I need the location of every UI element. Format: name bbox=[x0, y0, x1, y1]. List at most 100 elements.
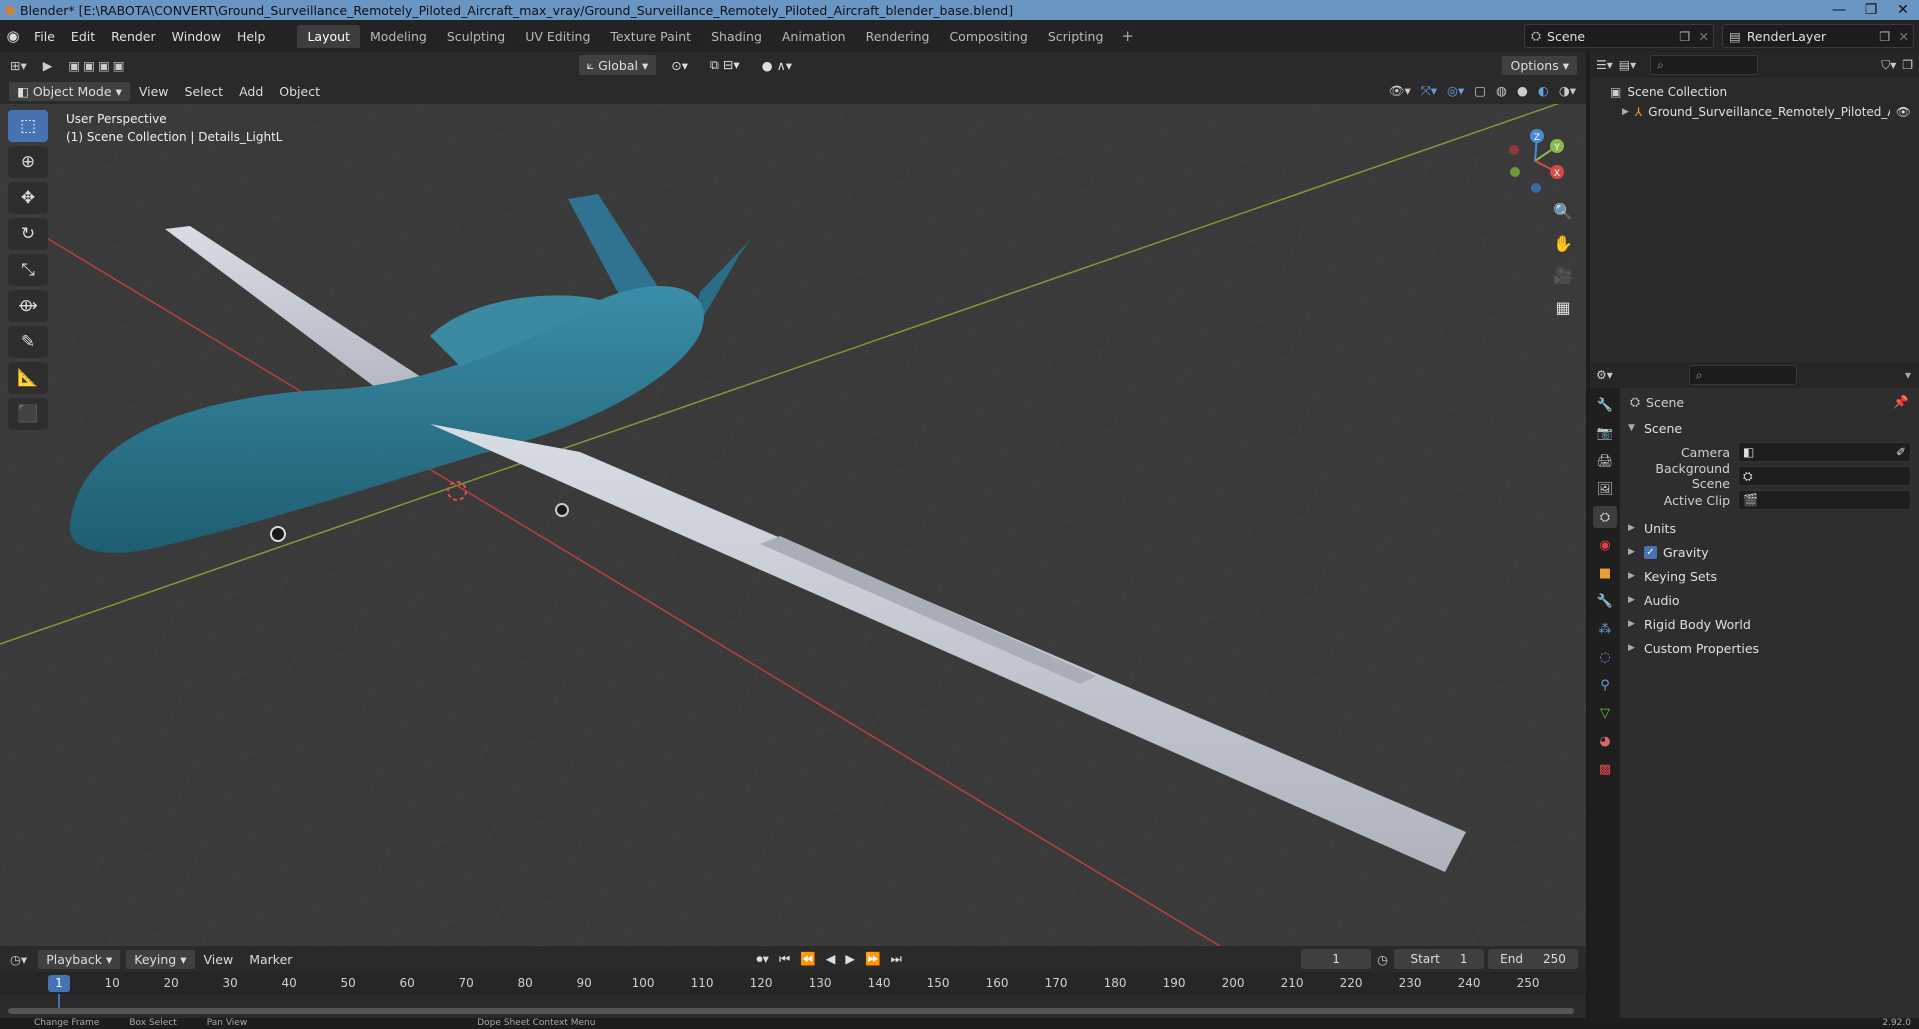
jump-end-icon[interactable]: ⏭ bbox=[891, 951, 902, 967]
play-icon[interactable]: ▶ bbox=[845, 951, 855, 967]
overlay-toggle-icon[interactable]: ◎▾ bbox=[1447, 83, 1464, 99]
outliner-editor-icon[interactable]: ☰▾ bbox=[1596, 58, 1613, 72]
current-frame-field[interactable]: 1 bbox=[1301, 949, 1372, 969]
outliner-object-row[interactable]: ▶ ⅄ Ground_Surveillance_Remotely_Piloted… bbox=[1590, 102, 1919, 122]
add-cube-tool-icon[interactable]: ⬛ bbox=[8, 398, 48, 430]
start-frame-field[interactable]: Start 1 bbox=[1394, 949, 1484, 969]
keying-sets-panel[interactable]: ▶ Keying Sets bbox=[1620, 564, 1919, 588]
menu-edit[interactable]: Edit bbox=[63, 29, 103, 44]
maximize-icon[interactable]: ❐ bbox=[1855, 2, 1887, 18]
menu-help[interactable]: Help bbox=[229, 29, 274, 44]
constraints-tab-icon[interactable]: ⚲ bbox=[1593, 674, 1617, 696]
preview-range-icon[interactable]: ◷ bbox=[1371, 952, 1394, 967]
eyedropper-icon[interactable]: ✐ bbox=[1896, 445, 1910, 459]
viewport-menu-view[interactable]: View bbox=[131, 82, 177, 101]
close-icon[interactable]: ✕ bbox=[1887, 2, 1919, 18]
tab-uv-editing[interactable]: UV Editing bbox=[515, 25, 600, 48]
gravity-panel[interactable]: ▶ ✓ Gravity bbox=[1620, 540, 1919, 564]
blender-menu-icon[interactable]: ◉ bbox=[0, 27, 26, 45]
output-tab-icon[interactable]: 🖨 bbox=[1593, 450, 1617, 472]
viewport-menu-add[interactable]: Add bbox=[231, 82, 271, 101]
new-collection-icon[interactable]: ❐ bbox=[1902, 58, 1913, 72]
pan-hand-icon[interactable]: ✋ bbox=[1548, 228, 1578, 258]
outliner-scene-collection[interactable]: ▣ Scene Collection bbox=[1590, 82, 1919, 102]
options-dropdown[interactable]: Options ▾ bbox=[1501, 54, 1578, 76]
visibility-icon[interactable]: 👁▾ bbox=[1389, 83, 1411, 99]
cursor-tool-icon[interactable]: ⊕ bbox=[8, 146, 48, 178]
tab-rendering[interactable]: Rendering bbox=[856, 25, 940, 48]
object-mode-dropdown[interactable]: ◧ Object Mode ▾ bbox=[8, 80, 131, 102]
pivot-icon[interactable]: ⊙▾ bbox=[663, 56, 696, 75]
units-panel[interactable]: ▶ Units bbox=[1620, 516, 1919, 540]
tab-animation[interactable]: Animation bbox=[772, 25, 856, 48]
eye-icon[interactable]: 👁 bbox=[1896, 105, 1911, 119]
keying-dropdown[interactable]: Keying ▾ bbox=[125, 948, 196, 970]
select-tool-icon[interactable]: ▶ bbox=[37, 58, 59, 73]
layer-remove-icon[interactable]: ✕ bbox=[1895, 29, 1913, 44]
object-tab-icon[interactable]: ■ bbox=[1593, 562, 1617, 584]
properties-editor-icon[interactable]: ⚙▾ bbox=[1596, 368, 1613, 382]
render-layer-selector[interactable]: ▤ RenderLayer ❐ ✕ bbox=[1722, 24, 1914, 48]
rigid-body-world-panel[interactable]: ▶ Rigid Body World bbox=[1620, 612, 1919, 636]
prev-keyframe-icon[interactable]: ⏪ bbox=[800, 951, 816, 967]
tool-tab-icon[interactable]: 🔧 bbox=[1593, 394, 1617, 416]
jump-start-icon[interactable]: ⏮ bbox=[779, 951, 790, 967]
next-keyframe-icon[interactable]: ⏩ bbox=[865, 951, 881, 967]
end-frame-field[interactable]: End 250 bbox=[1488, 949, 1578, 969]
texture-tab-icon[interactable]: ▩ bbox=[1593, 758, 1617, 780]
material-shading-icon[interactable]: ◐ bbox=[1538, 83, 1549, 99]
expand-arrow-icon[interactable]: ▶ bbox=[1622, 107, 1629, 117]
playback-dropdown[interactable]: Playback ▾ bbox=[37, 948, 122, 970]
record-icon[interactable]: ⏺▾ bbox=[756, 951, 769, 967]
gizmo-toggle-icon[interactable]: ⤧▾ bbox=[1421, 83, 1437, 99]
annotate-tool-icon[interactable]: ✎ bbox=[8, 326, 48, 358]
xray-icon[interactable]: ▢ bbox=[1474, 83, 1486, 99]
menu-file[interactable]: File bbox=[26, 29, 63, 44]
tab-compositing[interactable]: Compositing bbox=[939, 25, 1037, 48]
tab-modeling[interactable]: Modeling bbox=[360, 25, 437, 48]
scene-remove-icon[interactable]: ✕ bbox=[1695, 29, 1713, 44]
gizmo-neg-y[interactable] bbox=[1510, 167, 1520, 177]
add-workspace-icon[interactable]: + bbox=[1113, 27, 1142, 45]
snap-icon[interactable]: ⧉ ⊟▾ bbox=[702, 55, 748, 75]
rendered-shading-icon[interactable]: ◑▾ bbox=[1559, 83, 1576, 99]
tab-shading[interactable]: Shading bbox=[701, 25, 772, 48]
scale-tool-icon[interactable]: ⤡ bbox=[8, 254, 48, 286]
timeline-view-menu[interactable]: View bbox=[196, 950, 242, 969]
scene-panel-header[interactable]: ▼ Scene bbox=[1620, 416, 1919, 440]
background-scene-field[interactable]: ⛭ bbox=[1738, 466, 1911, 486]
select-box-tool-icon[interactable]: ⬚ bbox=[8, 110, 48, 142]
properties-search-input[interactable]: ⌕ bbox=[1688, 365, 1797, 385]
pin-icon[interactable]: 📌 bbox=[1893, 394, 1909, 410]
select-mode-icons[interactable]: ▣▣▣▣ bbox=[58, 58, 137, 73]
timeline-track-area[interactable] bbox=[0, 994, 1586, 1018]
material-tab-icon[interactable]: ◕ bbox=[1593, 730, 1617, 752]
timeline-marker-menu[interactable]: Marker bbox=[241, 950, 300, 969]
viewport-menu-object[interactable]: Object bbox=[271, 82, 328, 101]
proportional-edit-icon[interactable]: ● ∧▾ bbox=[754, 56, 800, 75]
editor-type-icon[interactable]: ⊞▾ bbox=[0, 58, 37, 73]
transform-orientation-dropdown[interactable]: ⟀ Global ▾ bbox=[577, 54, 658, 76]
zoom-icon[interactable]: 🔍 bbox=[1548, 196, 1578, 226]
menu-window[interactable]: Window bbox=[164, 29, 229, 44]
3d-viewport[interactable]: User Perspective (1) Scene Collection | … bbox=[0, 104, 1586, 946]
gizmo-neg-z[interactable] bbox=[1531, 183, 1541, 193]
camera-field[interactable]: ◧ ✐ bbox=[1738, 442, 1911, 462]
solid-shading-icon[interactable]: ● bbox=[1517, 83, 1528, 99]
menu-render[interactable]: Render bbox=[103, 29, 164, 44]
move-tool-icon[interactable]: ✥ bbox=[8, 182, 48, 214]
data-tab-icon[interactable]: ▽ bbox=[1593, 702, 1617, 724]
tab-layout[interactable]: Layout bbox=[297, 24, 360, 48]
render-tab-icon[interactable]: 📷 bbox=[1593, 422, 1617, 444]
timeline-ruler[interactable]: 1 10 20 30 40 50 60 70 80 90 100 110 120 130 140 150 160… bbox=[0, 972, 1586, 994]
viewport-menu-select[interactable]: Select bbox=[177, 82, 232, 101]
minimize-icon[interactable]: — bbox=[1823, 2, 1855, 18]
tab-sculpting[interactable]: Sculpting bbox=[437, 25, 515, 48]
wireframe-shading-icon[interactable]: ◍ bbox=[1496, 83, 1507, 99]
tab-scripting[interactable]: Scripting bbox=[1038, 25, 1114, 48]
scene-selector[interactable]: ⛭ Scene ❐ ✕ bbox=[1524, 24, 1714, 48]
audio-panel[interactable]: ▶ Audio bbox=[1620, 588, 1919, 612]
timeline-scrollbar[interactable] bbox=[8, 1008, 1574, 1014]
custom-properties-panel[interactable]: ▶ Custom Properties bbox=[1620, 636, 1919, 660]
navigation-gizmo[interactable]: Z Y X bbox=[1505, 126, 1575, 196]
